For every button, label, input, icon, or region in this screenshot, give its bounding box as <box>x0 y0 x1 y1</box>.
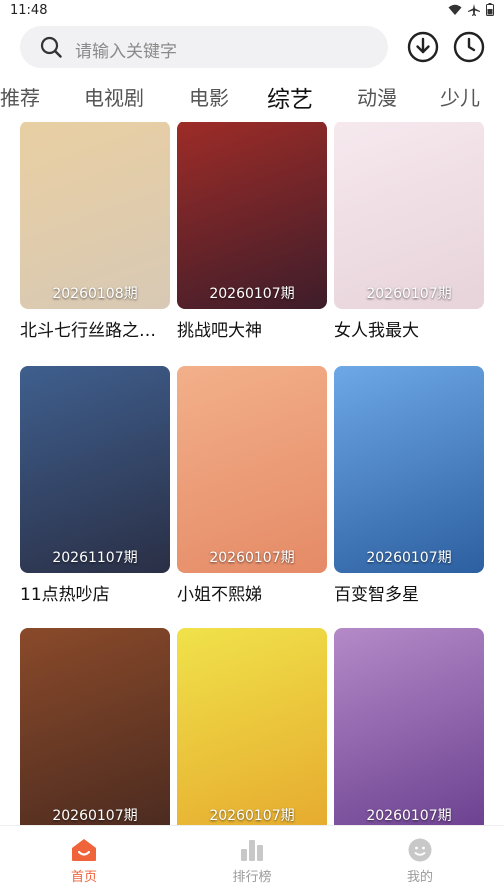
tab-tv-series[interactable]: 电视剧 <box>84 82 144 111</box>
download-icon <box>407 31 439 63</box>
show-title[interactable]: 女人我最大 <box>334 316 484 341</box>
clock-icon <box>453 31 485 63</box>
show-title[interactable]: 百变智多星 <box>334 580 484 605</box>
episode-label: 20261107期 <box>52 550 138 566</box>
poster-image <box>20 122 170 309</box>
episode-label: 20260107期 <box>209 550 295 566</box>
nav-ranking-label: 排行榜 <box>232 870 272 885</box>
show-card[interactable]: 20260107期 <box>334 628 484 825</box>
show-poster[interactable]: 20260107期 <box>334 366 484 573</box>
show-card[interactable]: 20261107期 11点热吵店 <box>20 366 170 605</box>
show-poster[interactable]: 20260107期 <box>177 628 327 825</box>
search-icon <box>40 36 62 58</box>
tab-anime[interactable]: 动漫 <box>357 82 397 111</box>
tab-variety[interactable]: 综艺 <box>267 80 313 114</box>
show-poster[interactable]: 20260107期 <box>334 122 484 309</box>
nav-home-label: 首页 <box>70 870 97 885</box>
show-card[interactable]: 20260107期 女人我最大 <box>334 122 484 341</box>
episode-label: 20260108期 <box>52 286 138 302</box>
episode-label: 20260107期 <box>366 808 452 824</box>
nav-profile-label: 我的 <box>406 870 433 885</box>
status-icons <box>448 3 494 16</box>
battery-icon <box>486 3 494 16</box>
ranking-icon <box>241 840 263 861</box>
tab-kids[interactable]: 少儿 <box>440 82 480 111</box>
show-title[interactable]: 11点热吵店 <box>20 580 170 605</box>
status-bar: 11:48 <box>0 0 504 22</box>
bottom-nav: 首页 排行榜 我的 <box>0 825 504 896</box>
show-card[interactable]: 20260107期 挑战吧大神 <box>177 122 327 341</box>
home-icon <box>72 839 96 861</box>
show-poster[interactable]: 20261107期 <box>20 366 170 573</box>
episode-label: 20260107期 <box>52 808 138 824</box>
show-poster[interactable]: 20260107期 <box>177 366 327 573</box>
poster-image <box>20 366 170 573</box>
search-placeholder: 请输入关键字 <box>75 42 177 62</box>
show-card[interactable]: 20260107期 小姐不熙娣 <box>177 366 327 605</box>
search-input[interactable]: 请输入关键字 <box>20 26 388 68</box>
wifi-icon <box>448 4 462 15</box>
search-row: 请输入关键字 <box>0 26 504 70</box>
tab-recommend[interactable]: 推荐 <box>0 82 40 111</box>
nav-ranking[interactable]: 排行榜 <box>212 838 292 885</box>
poster-image <box>334 122 484 309</box>
show-poster[interactable]: 20260107期 <box>177 122 327 309</box>
poster-image <box>177 628 327 825</box>
category-tabs: 推荐 电视剧 电影 综艺 动漫 少儿 <box>0 82 504 116</box>
show-card[interactable]: 20260108期 北斗七行丝路之… <box>20 122 170 341</box>
history-button[interactable] <box>452 30 486 64</box>
nav-home[interactable]: 首页 <box>44 838 124 885</box>
nav-profile[interactable]: 我的 <box>380 838 460 885</box>
episode-label: 20260107期 <box>366 286 452 302</box>
episode-label: 20260107期 <box>366 550 452 566</box>
status-time: 11:48 <box>10 3 48 18</box>
content-grid: 20260108期 北斗七行丝路之… 20260107期 挑战吧大神 20260… <box>0 122 504 825</box>
show-card[interactable]: 20260107期 <box>177 628 327 825</box>
show-poster[interactable]: 20260107期 <box>20 628 170 825</box>
show-poster[interactable]: 20260108期 <box>20 122 170 309</box>
show-poster[interactable]: 20260107期 <box>334 628 484 825</box>
tab-movies[interactable]: 电影 <box>189 82 229 111</box>
profile-icon <box>408 838 432 862</box>
episode-label: 20260107期 <box>209 286 295 302</box>
poster-image <box>334 366 484 573</box>
poster-image <box>334 628 484 825</box>
poster-image <box>177 366 327 573</box>
episode-label: 20260107期 <box>209 808 295 824</box>
show-title[interactable]: 北斗七行丝路之… <box>20 316 170 341</box>
show-title[interactable]: 挑战吧大神 <box>177 316 327 341</box>
show-title[interactable]: 小姐不熙娣 <box>177 580 327 605</box>
poster-image <box>177 122 327 309</box>
show-card[interactable]: 20260107期 百变智多星 <box>334 366 484 605</box>
download-button[interactable] <box>406 30 440 64</box>
airplane-icon <box>468 3 480 16</box>
poster-image <box>20 628 170 825</box>
show-card[interactable]: 20260107期 <box>20 628 170 825</box>
